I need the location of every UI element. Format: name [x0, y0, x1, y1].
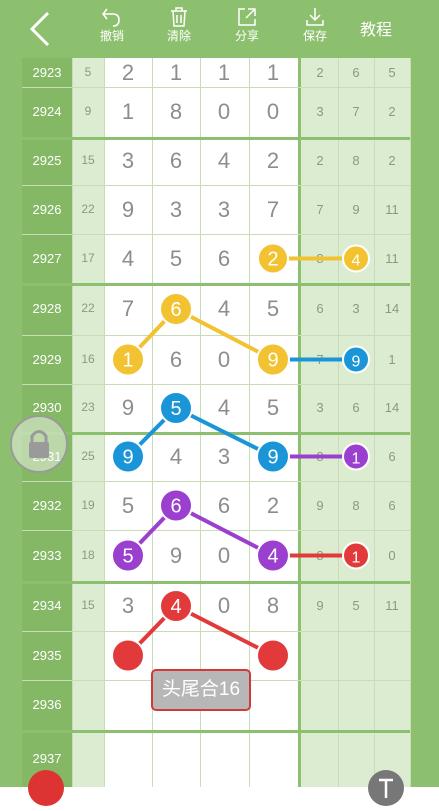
marker-circle [111, 638, 145, 673]
circle-label: 4 [352, 253, 361, 270]
circle-label: 9 [267, 447, 278, 469]
lock-button[interactable] [10, 415, 68, 473]
circle-label: 1 [352, 550, 361, 567]
text-tool-button[interactable] [368, 770, 404, 806]
circle-label: 1 [122, 350, 133, 372]
circle-label: 5 [122, 546, 133, 568]
circle-label: 6 [170, 299, 181, 321]
circle-label: 4 [170, 596, 181, 618]
circle-label: 5 [170, 398, 181, 420]
marker-circle [256, 638, 290, 673]
circle-label: 9 [122, 447, 133, 469]
text-icon [379, 778, 393, 798]
circle-label: 6 [170, 496, 181, 518]
circle-label: 9 [352, 354, 361, 371]
circle-label: 9 [267, 350, 278, 372]
lock-icon [29, 430, 49, 458]
sum-badge: 头尾合16 [151, 669, 251, 711]
circle-label: 4 [267, 546, 278, 568]
circle-label: 1 [352, 451, 361, 468]
pen-tool-button[interactable] [28, 770, 64, 806]
circle-label: 2 [267, 249, 278, 271]
